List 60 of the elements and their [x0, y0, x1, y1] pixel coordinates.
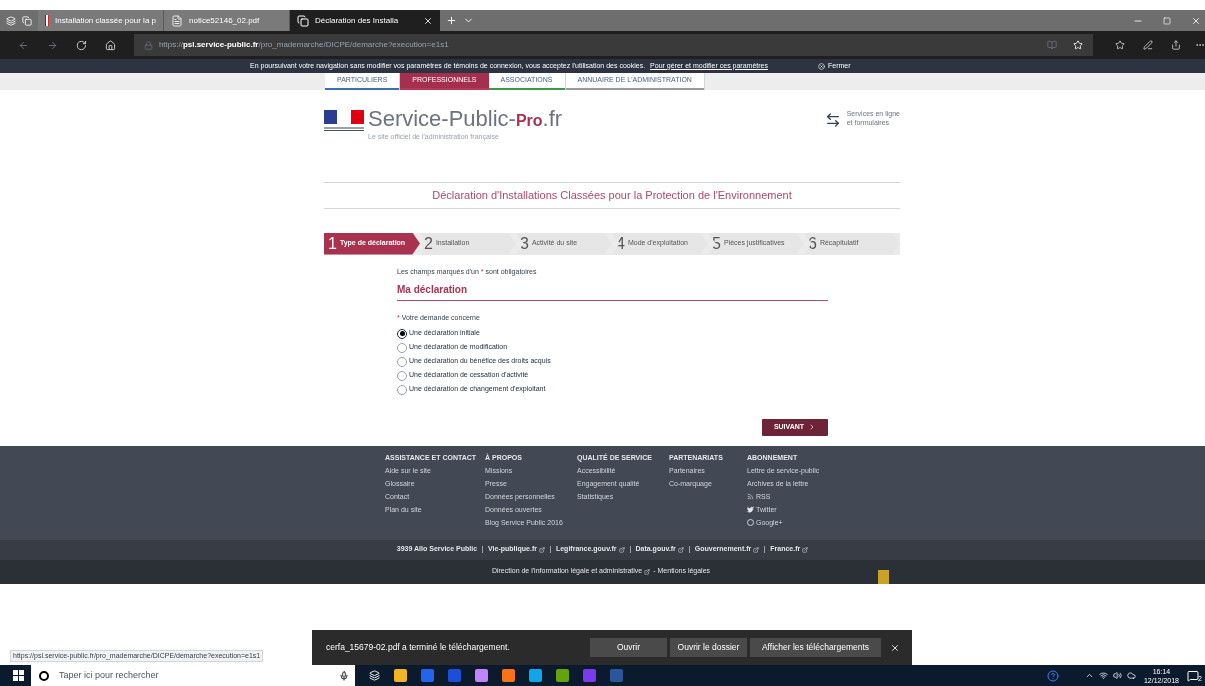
reading-view-icon[interactable] [1047, 40, 1058, 50]
url-text: https://psl.service-public.fr/pro_mademarche/DICPE/demarche?execution=e1s1 [158, 39, 449, 51]
close-icon [818, 62, 825, 70]
taskbar-app-icon[interactable] [394, 669, 407, 682]
radio-button[interactable] [397, 328, 407, 339]
star-icon[interactable] [1073, 40, 1084, 50]
share-icon[interactable] [1171, 40, 1182, 50]
document-icon [171, 14, 183, 27]
browser-tab[interactable]: Déclaration des Installa [290, 10, 440, 31]
radio-button[interactable] [397, 370, 407, 381]
taskbar-app-icon[interactable] [502, 669, 515, 682]
download-action-button[interactable]: Ouvrir le dossier [670, 638, 747, 657]
download-action-button[interactable]: Afficher les téléchargements [750, 638, 881, 657]
volume-icon[interactable] [1112, 671, 1122, 680]
flag-icon [45, 15, 50, 26]
radio-button[interactable] [397, 356, 407, 367]
download-message: cerfa_15679-02.pdf a terminé le téléchargement. [326, 641, 511, 654]
forward-icon[interactable] [46, 39, 58, 51]
tab-title: notice52146_02.pdf [189, 14, 261, 27]
help-icon[interactable] [1046, 669, 1059, 682]
radio-button[interactable] [397, 384, 407, 395]
tabs-icon[interactable] [6, 15, 16, 26]
restore-icon[interactable] [1163, 16, 1171, 25]
exchange-arrows-icon [824, 112, 841, 128]
task-view-icon[interactable] [369, 670, 380, 681]
refresh-icon[interactable] [75, 39, 87, 51]
taskbar-app-icon[interactable] [529, 669, 542, 682]
lock-icon [143, 40, 153, 50]
taskbar-app-icon[interactable] [556, 669, 569, 682]
tab-title: Déclaration des Installa [315, 14, 400, 27]
address-field[interactable]: https://psl.service-public.fr/pro_mademarche/DICPE/demarche?execution=e1s1 [133, 34, 1094, 56]
chevron-up-icon[interactable] [1084, 671, 1094, 680]
pen-icon[interactable] [1143, 40, 1154, 50]
back-icon[interactable] [18, 39, 29, 51]
bird-icon [747, 505, 754, 513]
tab-title: Installation classée pour la p [55, 14, 156, 27]
page-icon [297, 14, 309, 27]
search-icon [39, 670, 49, 681]
tab-aside-icon[interactable] [22, 15, 32, 26]
close-icon[interactable] [890, 642, 900, 653]
browser-tab[interactable]: Installation classée pour la p [38, 10, 164, 31]
brand-logo[interactable]: Service-Public-Pro.fr [368, 108, 563, 132]
browser-tab[interactable]: notice52146_02.pdf [164, 10, 290, 31]
taskbar-app-icon[interactable] [475, 669, 488, 682]
network-icon[interactable] [1098, 671, 1108, 680]
new-tab-icon[interactable] [446, 15, 457, 26]
rss-icon [747, 492, 754, 500]
search-field[interactable]: Taper ici pour rechercher [31, 665, 355, 686]
radio-button[interactable] [397, 342, 407, 353]
close-icon[interactable] [423, 15, 433, 26]
section-title: Ma déclaration [397, 282, 828, 301]
marianne-logo-icon [324, 110, 364, 132]
cloud-icon[interactable] [1126, 671, 1136, 680]
badge-icon [878, 569, 889, 584]
microphone-icon[interactable] [339, 670, 349, 681]
favorites-icon[interactable] [1115, 40, 1126, 50]
home-icon[interactable] [104, 39, 116, 51]
download-action-button[interactable]: Ouvrir [590, 638, 667, 657]
windows-start-icon[interactable] [13, 670, 24, 681]
page-title: Déclaration d'Installations Classées pour la Protection de l'Environnement [431, 188, 793, 203]
